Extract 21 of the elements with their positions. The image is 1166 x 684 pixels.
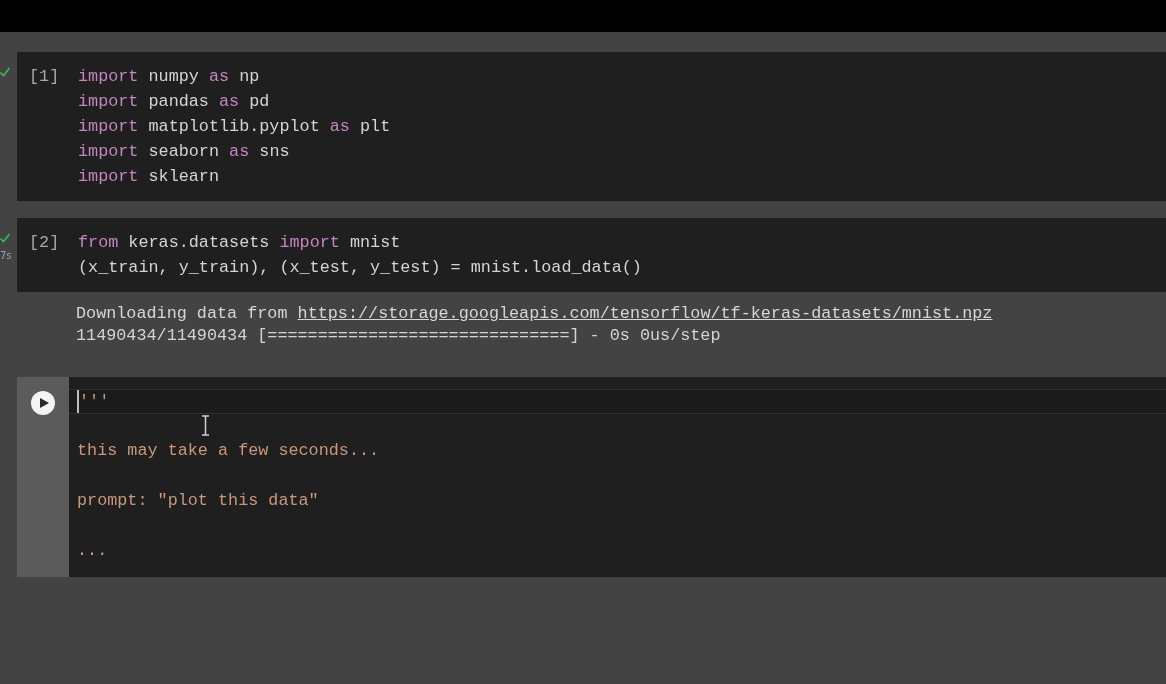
code-line: import sklearn	[78, 166, 219, 188]
play-icon	[39, 398, 49, 408]
execution-count: [1]	[29, 67, 60, 86]
i-beam-cursor-icon	[201, 415, 210, 436]
code-line: import pandas as pd	[78, 91, 270, 113]
code-line: prompt: "plot this data"	[77, 490, 319, 512]
code-line: import numpy as np	[78, 66, 260, 88]
code-line: this may take a few seconds...	[77, 440, 380, 462]
download-link[interactable]: https://storage.googleapis.com/tensorflow/tf-keras-datasets/mnist.npz	[297, 303, 993, 325]
code-line: '''	[79, 391, 110, 413]
code-line: import matplotlib.pyplot as plt	[78, 116, 391, 138]
output-text: 11490434/11490434 [==============================] - 0s 0us/step	[76, 325, 721, 347]
code-line: from keras.datasets import mnist	[78, 232, 401, 254]
output-text: Downloading data from	[76, 303, 289, 325]
execution-count: [2]	[29, 233, 60, 252]
code-line: (x_train, y_train), (x_test, y_test) = mnist.load_data()	[78, 257, 642, 279]
text-caret-icon	[77, 390, 79, 413]
code-line: import seaborn as sns	[78, 141, 290, 163]
run-button[interactable]	[31, 391, 55, 415]
execution-time: 7s	[0, 250, 12, 261]
code-line: ...	[77, 540, 108, 562]
